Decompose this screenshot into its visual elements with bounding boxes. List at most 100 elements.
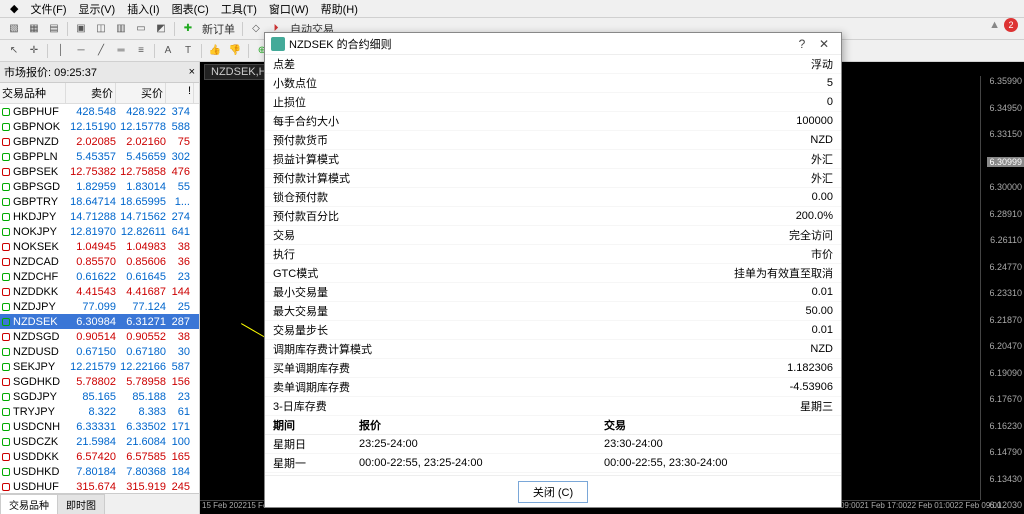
menu-tools[interactable]: 工具(T) xyxy=(215,0,263,18)
symbol-row[interactable]: NZDCAD0.855700.8560636 xyxy=(0,254,199,269)
tb-sep xyxy=(47,44,48,58)
fib-icon[interactable]: ≡ xyxy=(132,43,150,59)
symbol-row[interactable]: NOKJPY12.8197012.82611641 xyxy=(0,224,199,239)
text-icon[interactable]: A xyxy=(159,43,177,59)
symbol-row[interactable]: NZDSGD0.905140.9055238 xyxy=(0,329,199,344)
spec-row: 损益计算模式外汇 xyxy=(265,150,841,169)
symbol-row[interactable]: USDDKK6.574206.57585165 xyxy=(0,449,199,464)
tb-expert-icon[interactable]: ◇ xyxy=(247,21,265,37)
tab-tick[interactable]: 即时图 xyxy=(57,494,105,514)
tb-terminal-icon[interactable]: ▭ xyxy=(132,21,150,37)
hline-icon[interactable]: ─ xyxy=(72,43,90,59)
tb-profile-icon[interactable]: ▦ xyxy=(25,21,43,37)
tab-symbols[interactable]: 交易品种 xyxy=(0,494,58,514)
spec-row: 执行市价 xyxy=(265,245,841,264)
symbol-row[interactable]: SGDJPY85.16585.18823 xyxy=(0,389,199,404)
spec-row: 卖单调期库存费-4.53906 xyxy=(265,378,841,397)
dialog-titlebar: NZDSEK 的合约细则 ? ✕ xyxy=(265,33,841,55)
symbol-row[interactable]: GBPNZD2.020852.0216075 xyxy=(0,134,199,149)
symbol-row[interactable]: NZDCHF0.616220.6164523 xyxy=(0,269,199,284)
symbol-row[interactable]: SGDHKD5.788025.78958156 xyxy=(0,374,199,389)
menu-help[interactable]: 帮助(H) xyxy=(315,0,364,18)
crosshair-icon[interactable]: ✛ xyxy=(25,43,43,59)
symbol-row[interactable]: NZDDKK4.415434.41687144 xyxy=(0,284,199,299)
symbol-row[interactable]: NZDJPY77.09977.12425 xyxy=(0,299,199,314)
menu-window[interactable]: 窗口(W) xyxy=(263,0,315,18)
spec-row: 最大交易量50.00 xyxy=(265,302,841,321)
spec-row: 买单调期库存费1.182306 xyxy=(265,359,841,378)
symbol-row[interactable]: GBPNOK12.1519012.15778588 xyxy=(0,119,199,134)
symbol-row[interactable]: TRYJPY8.3228.38361 xyxy=(0,404,199,419)
symbol-row[interactable]: USDCZK21.598421.6084100 xyxy=(0,434,199,449)
symbol-row[interactable]: NZDUSD0.671500.6718030 xyxy=(0,344,199,359)
menu-file[interactable]: 文件(F) xyxy=(24,0,72,18)
symbol-row[interactable]: USDHUF315.674315.919245 xyxy=(0,479,199,493)
price-axis: 6.359906.349506.331506.309996.300006.289… xyxy=(980,76,1024,500)
price-tick: 6.26110 xyxy=(990,235,1022,245)
tb-sep xyxy=(248,44,249,58)
price-tick: 6.28910 xyxy=(989,209,1022,219)
symbol-row[interactable]: NOKSEK1.049451.0498338 xyxy=(0,239,199,254)
col-bid[interactable]: 卖价 xyxy=(66,83,116,103)
dialog-body: 点差浮动小数点位5止损位0每手合约大小100000预付款货币NZD损益计算模式外… xyxy=(265,55,841,475)
notif-badge[interactable]: 2 xyxy=(1004,18,1018,32)
tb-strategy-icon[interactable]: ◩ xyxy=(152,21,170,37)
price-tick: 6.35990 xyxy=(989,76,1022,86)
thumbdown-icon[interactable]: 👎 xyxy=(226,43,244,59)
tb-data-icon[interactable]: ▥ xyxy=(112,21,130,37)
symbol-row[interactable]: HKDJPY14.7128814.71562274 xyxy=(0,209,199,224)
tb-sep xyxy=(201,44,202,58)
symbol-row[interactable]: NZDSEK6.309846.31271287 xyxy=(0,314,199,329)
dialog-icon xyxy=(271,37,285,51)
col-ask[interactable]: 买价 xyxy=(116,83,166,103)
current-price: 6.30999 xyxy=(987,157,1024,167)
contract-spec-dialog: NZDSEK 的合约细则 ? ✕ 点差浮动小数点位5止损位0每手合约大小1000… xyxy=(264,32,842,508)
spec-row: 每手合约大小100000 xyxy=(265,112,841,131)
price-tick: 6.30000 xyxy=(989,182,1022,192)
market-watch: 市场报价: 09:25:37 × 交易品种 卖价 买价 ! GBPHUF428.… xyxy=(0,62,200,514)
menu-view[interactable]: 显示(V) xyxy=(73,0,122,18)
symbol-row[interactable]: GBPPLN5.453575.45659302 xyxy=(0,149,199,164)
symbol-row[interactable]: SEKJPY12.2157912.22166587 xyxy=(0,359,199,374)
mw-title: 市场报价: xyxy=(4,67,51,79)
menu-insert[interactable]: 插入(I) xyxy=(121,0,165,18)
tb-nav-icon[interactable]: ▣ xyxy=(72,21,90,37)
tb-market-icon[interactable]: ◫ xyxy=(92,21,110,37)
price-tick: 6.24770 xyxy=(989,262,1022,272)
tb-sep xyxy=(67,22,68,36)
close-icon[interactable]: × xyxy=(189,66,195,78)
price-tick: 6.13430 xyxy=(989,474,1022,484)
vline-icon[interactable]: │ xyxy=(52,43,70,59)
tb-save-icon[interactable]: ▤ xyxy=(45,21,63,37)
thumbup-icon[interactable]: 👍 xyxy=(206,43,224,59)
help-icon[interactable]: ? xyxy=(791,37,813,51)
tb-neworder-icon[interactable]: ✚ xyxy=(179,21,197,37)
alert-icon[interactable]: ▲ xyxy=(989,19,1000,31)
col-symbol[interactable]: 交易品种 xyxy=(0,83,66,103)
close-button[interactable]: 关闭 (C) xyxy=(518,481,588,503)
menu-chart[interactable]: 图表(C) xyxy=(166,0,215,18)
spec-row: 预付款货币NZD xyxy=(265,131,841,150)
symbol-row[interactable]: GBPHUF428.548428.922374 xyxy=(0,104,199,119)
symbol-row[interactable]: GBPTRY18.6471418.659951... xyxy=(0,194,199,209)
mw-tabs: 交易品种 即时图 xyxy=(0,493,199,514)
spec-row: 调期库存费计算模式NZD xyxy=(265,340,841,359)
channel-icon[interactable]: ═ xyxy=(112,43,130,59)
spec-row: 预付款计算模式外汇 xyxy=(265,169,841,188)
col-spread[interactable]: ! xyxy=(166,83,194,103)
sched-header: 期间 xyxy=(265,416,351,435)
cursor-icon[interactable]: ↖ xyxy=(5,43,23,59)
label-icon[interactable]: T xyxy=(179,43,197,59)
tb-chart-icon[interactable]: ▧ xyxy=(5,21,23,37)
symbol-row[interactable]: USDCNH6.333316.33502171 xyxy=(0,419,199,434)
spec-row: 交易完全访问 xyxy=(265,226,841,245)
symbol-row[interactable]: GBPSEK12.7538212.75858476 xyxy=(0,164,199,179)
close-icon[interactable]: ✕ xyxy=(813,37,835,51)
mw-rows: GBPHUF428.548428.922374GBPNOK12.1519012.… xyxy=(0,104,199,493)
price-tick: 6.14790 xyxy=(989,447,1022,457)
sched-row: 星期一00:00-22:55, 23:25-24:0000:00-22:55, … xyxy=(265,454,841,473)
symbol-row[interactable]: GBPSGD1.829591.8301455 xyxy=(0,179,199,194)
tb-neworder-text[interactable]: 新订单 xyxy=(198,21,239,37)
trendline-icon[interactable]: ╱ xyxy=(92,43,110,59)
symbol-row[interactable]: USDHKD7.801847.80368184 xyxy=(0,464,199,479)
